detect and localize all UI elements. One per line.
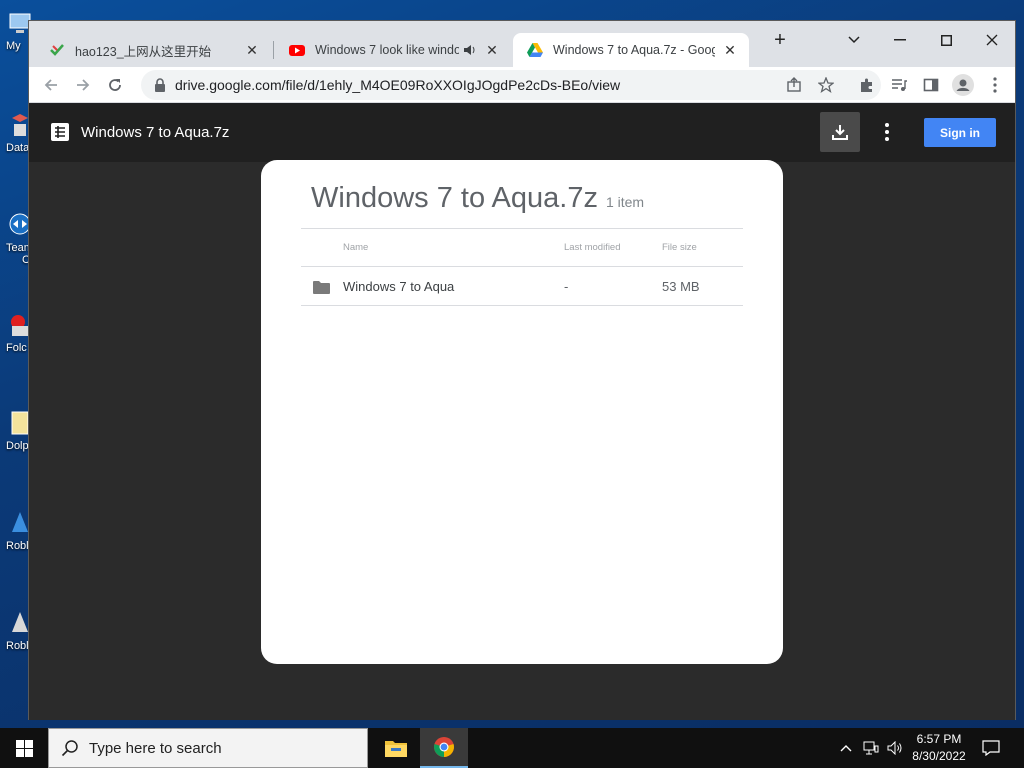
column-header-last-modified[interactable]: Last modified [564, 228, 662, 267]
chevron-down-icon [848, 36, 860, 44]
start-button[interactable] [0, 728, 48, 768]
kebab-menu-icon [993, 77, 997, 93]
tab-title: hao123_上网从这里开始 [75, 44, 212, 59]
playlist-icon [892, 79, 907, 91]
avatar [952, 74, 974, 96]
bookmark-star-icon[interactable] [815, 74, 837, 96]
windows-logo-icon [15, 739, 33, 757]
media-control-button[interactable] [885, 71, 913, 99]
tab-title: Windows 7 to Aqua.7z - Google [553, 43, 715, 57]
puzzle-icon [861, 78, 872, 92]
browser-menu-button[interactable] [981, 71, 1009, 99]
close-icon[interactable]: ✕ [243, 42, 261, 59]
tab-youtube[interactable]: Windows 7 look like window ✕ [275, 33, 511, 67]
hao123-icon [50, 44, 64, 56]
download-button[interactable] [820, 112, 860, 152]
url-input[interactable] [175, 77, 795, 93]
chevron-up-icon[interactable] [836, 738, 856, 758]
search-input[interactable] [89, 739, 359, 757]
arrow-right-icon [77, 79, 90, 91]
maximize-icon [940, 34, 952, 46]
folder-icon-cell [301, 266, 343, 306]
forward-button[interactable] [69, 71, 97, 99]
new-tab-button[interactable]: + [757, 25, 803, 55]
minimize-button[interactable] [877, 25, 923, 55]
file-size: 53 MB [662, 266, 743, 306]
download-icon [832, 125, 848, 140]
column-header-file-size[interactable]: File size [662, 228, 743, 267]
item-count: 1 item [605, 194, 645, 210]
drive-file-viewer: Windows 7 to Aqua.7z Sign in Windows 7 t… [29, 104, 1015, 720]
maximize-button[interactable] [923, 25, 969, 55]
profile-button[interactable] [949, 71, 977, 99]
more-actions-button[interactable] [877, 118, 897, 146]
archive-file-icon [51, 123, 69, 141]
archive-title: Windows 7 to Aqua.7z 1 item [311, 182, 644, 215]
close-icon [986, 34, 998, 46]
folder-icon [313, 280, 330, 294]
address-bar[interactable] [141, 70, 881, 100]
viewer-header: Windows 7 to Aqua.7z Sign in [29, 104, 1015, 162]
archive-contents-table: Name Last modified File size Windows 7 t… [301, 228, 743, 306]
dot-icon [885, 137, 889, 141]
tab-search-button[interactable] [831, 25, 877, 55]
volume-icon[interactable] [885, 738, 905, 758]
desktop-icon-label: Dolp [6, 440, 29, 452]
google-drive-icon [527, 43, 543, 57]
reload-icon [109, 79, 121, 91]
taskbar: 6:57 PM 8/30/2022 [0, 728, 1024, 768]
tab-title: Windows 7 look like window [315, 43, 459, 57]
viewer-file-title: Windows 7 to Aqua.7z [81, 124, 230, 141]
extensions-button[interactable] [853, 71, 881, 99]
dot-icon [885, 130, 889, 134]
file-explorer-icon [385, 741, 407, 757]
browser-toolbar [29, 67, 1015, 103]
share-icon[interactable] [783, 74, 805, 96]
tab-hao123[interactable]: hao123_上网从这里开始 ✕ [35, 33, 271, 67]
side-panel-icon [923, 78, 939, 92]
youtube-icon [289, 45, 305, 56]
archive-preview-card: Windows 7 to Aqua.7z 1 item Name Last mod… [261, 160, 783, 664]
desktop-icon-label: Folc [6, 342, 27, 354]
sign-in-button[interactable]: Sign in [924, 118, 996, 147]
taskbar-search[interactable] [48, 728, 368, 768]
dot-icon [885, 123, 889, 127]
minimize-icon [894, 39, 906, 41]
audio-playing-icon[interactable] [463, 43, 477, 57]
side-panel-button[interactable] [917, 71, 945, 99]
close-icon[interactable]: ✕ [483, 42, 501, 59]
taskbar-file-explorer[interactable] [372, 728, 420, 768]
tab-strip: hao123_上网从这里开始 ✕ Windows 7 look like win… [29, 21, 1015, 67]
desktop-icon-label: Robl [6, 640, 29, 652]
table-header-icon [301, 228, 343, 267]
system-clock[interactable]: 6:57 PM 8/30/2022 [904, 731, 974, 765]
network-icon[interactable] [861, 738, 881, 758]
tab-divider [273, 41, 274, 59]
tab-google-drive[interactable]: Windows 7 to Aqua.7z - Google ✕ [513, 33, 749, 67]
close-icon[interactable]: ✕ [721, 42, 739, 59]
desktop-icon-label: My [6, 40, 21, 52]
lock-icon[interactable] [145, 78, 175, 92]
chrome-icon [434, 737, 454, 757]
clock-date: 8/30/2022 [912, 749, 966, 763]
reload-button[interactable] [101, 71, 129, 99]
file-last-modified: - [564, 266, 662, 306]
file-name[interactable]: Windows 7 to Aqua [343, 266, 564, 306]
desktop-icon-label: Robl [6, 540, 29, 552]
desktop-icon-label: Data [6, 142, 30, 154]
back-button[interactable] [37, 71, 65, 99]
browser-window: hao123_上网从这里开始 ✕ Windows 7 look like win… [28, 20, 1016, 720]
archive-name: Windows 7 to Aqua.7z [311, 182, 598, 214]
clock-time: 6:57 PM [916, 732, 962, 746]
close-window-button[interactable] [969, 25, 1015, 55]
search-icon [61, 740, 78, 757]
taskbar-chrome[interactable] [420, 728, 468, 768]
notification-center-icon[interactable] [981, 738, 1001, 758]
arrow-left-icon [44, 79, 57, 91]
table-header-row: Name Last modified File size [301, 228, 743, 267]
column-header-name[interactable]: Name [343, 228, 564, 267]
table-row[interactable]: Windows 7 to Aqua - 53 MB [301, 266, 743, 306]
